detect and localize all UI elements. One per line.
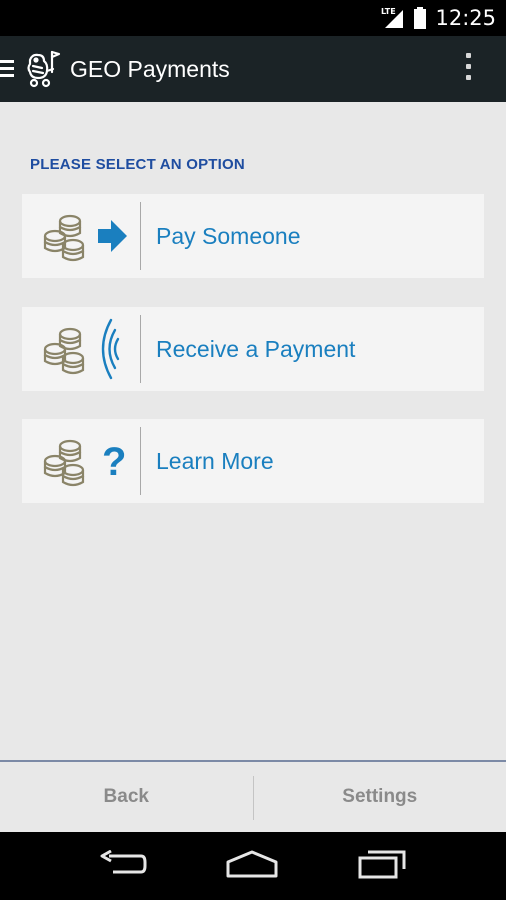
system-navigation-bar: [0, 832, 506, 900]
section-label: PLEASE SELECT AN OPTION: [30, 156, 245, 173]
svg-text:?: ?: [102, 440, 126, 483]
question-mark-icon: ?: [102, 440, 126, 483]
drawer-menu-icon[interactable]: [0, 60, 16, 78]
overflow-menu-icon[interactable]: [466, 53, 472, 85]
option-divider: [140, 202, 141, 270]
receive-payment-option[interactable]: Receive a Payment: [22, 307, 484, 391]
option-icons: [22, 194, 140, 278]
clock: 12:25: [435, 6, 496, 30]
option-divider: [140, 315, 141, 383]
action-bar: GEO Payments: [0, 36, 506, 102]
status-bar: LTE 12:25: [0, 0, 506, 36]
coins-icon: [43, 214, 85, 262]
settings-button[interactable]: Settings: [254, 762, 506, 832]
learn-more-option[interactable]: ? Learn More: [22, 419, 484, 503]
main-content: PLEASE SELECT AN OPTION Pay Someone Rece…: [0, 102, 506, 760]
app-logo-icon[interactable]: [22, 46, 62, 92]
option-label: Learn More: [156, 447, 274, 474]
option-label: Pay Someone: [156, 222, 301, 249]
coins-icon: [43, 439, 85, 487]
battery-icon: [413, 6, 427, 30]
arrow-right-icon: [98, 220, 127, 252]
wireless-signal-icon: [101, 318, 120, 380]
coins-icon: [43, 327, 85, 375]
recent-apps-nav-icon[interactable]: [357, 849, 407, 884]
option-divider: [140, 427, 141, 495]
back-button[interactable]: Back: [0, 762, 253, 832]
back-nav-icon[interactable]: [99, 849, 147, 883]
home-nav-icon[interactable]: [225, 850, 279, 883]
option-icons: [22, 307, 140, 391]
lte-signal-icon: LTE: [381, 6, 405, 30]
svg-text:LTE: LTE: [381, 7, 396, 16]
pay-someone-option[interactable]: Pay Someone: [22, 194, 484, 278]
option-label: Receive a Payment: [156, 335, 356, 362]
bottom-button-bar: Back Settings: [0, 760, 506, 832]
app-title: GEO Payments: [70, 55, 230, 82]
option-icons: ?: [22, 419, 140, 503]
